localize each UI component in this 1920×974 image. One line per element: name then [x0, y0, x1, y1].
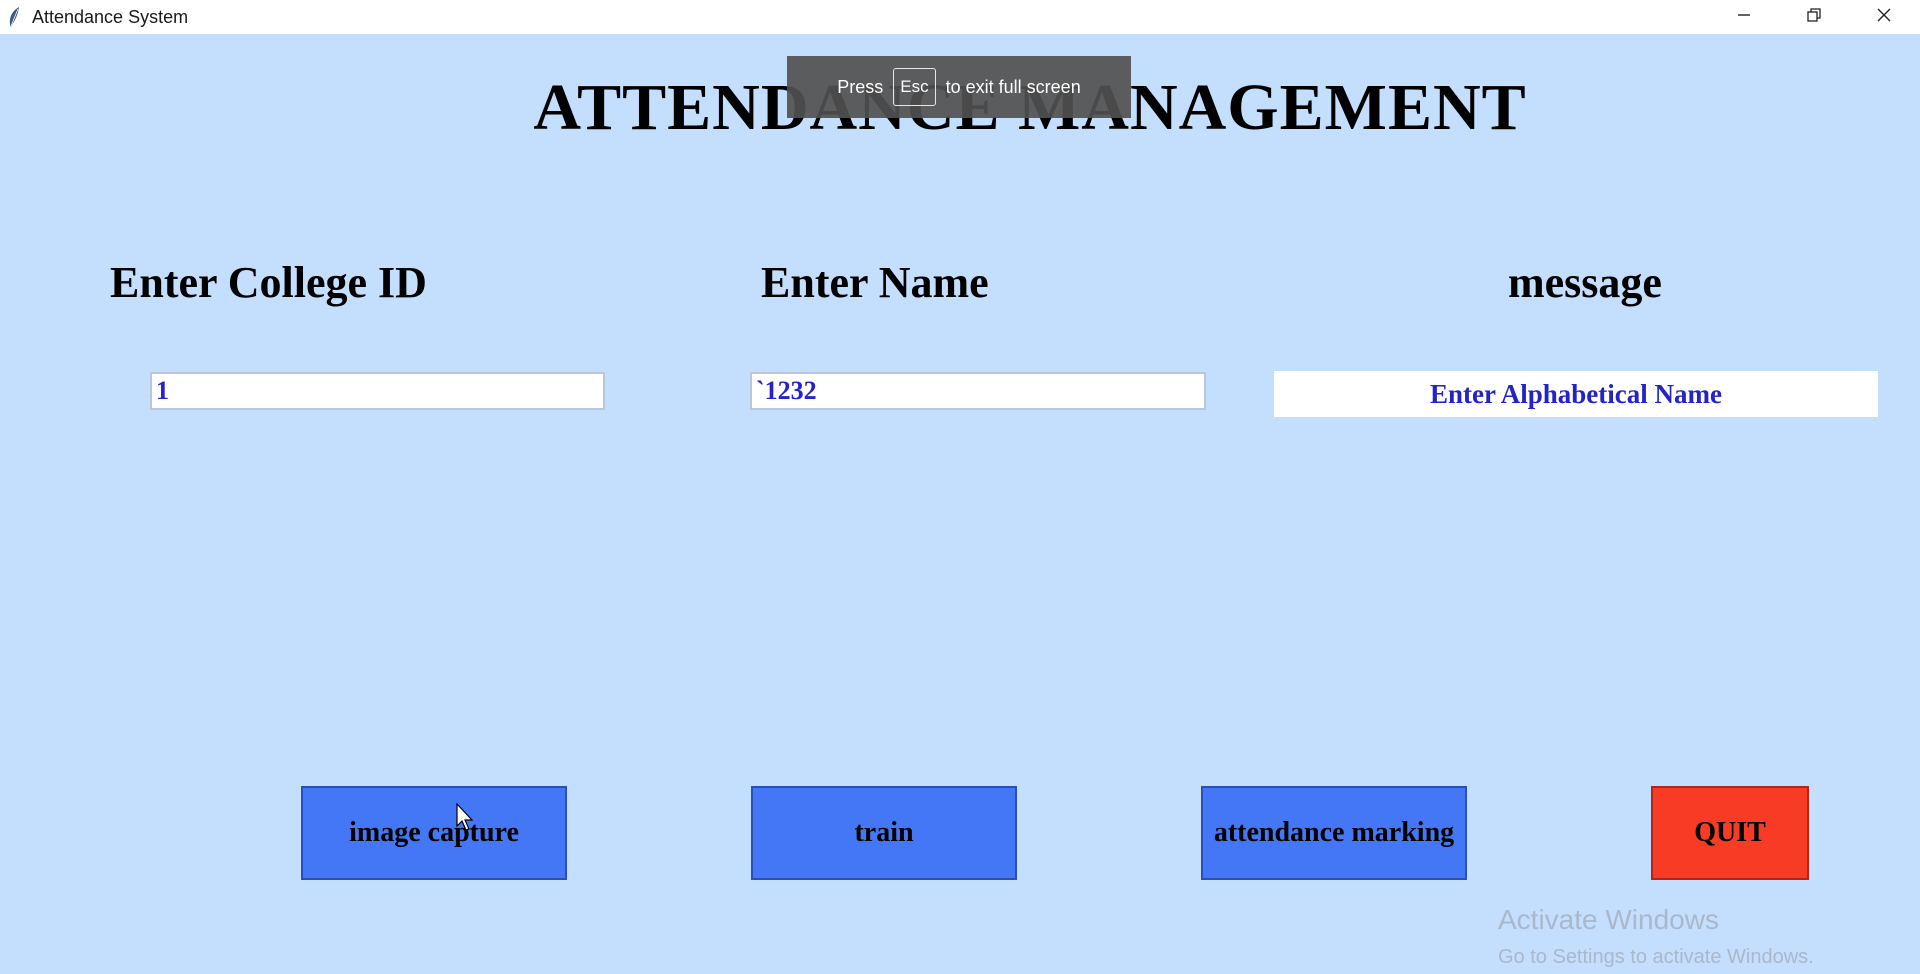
activate-windows-watermark: Activate Windows Go to Settings to activ… [1498, 904, 1814, 969]
attendance-marking-button[interactable]: attendance marking [1201, 786, 1467, 880]
esc-key-badge: Esc [893, 68, 936, 106]
message-label: message [1508, 258, 1662, 307]
close-button[interactable] [1852, 0, 1916, 34]
window-title: Attendance System [32, 7, 189, 27]
watermark-line-2: Go to Settings to activate Windows. [1498, 946, 1814, 968]
college-id-label: Enter College ID [110, 258, 427, 307]
watermark-line-1: Activate Windows [1498, 904, 1719, 935]
feather-icon [6, 6, 22, 28]
restore-icon [1806, 7, 1822, 28]
minimize-button[interactable] [1712, 0, 1776, 34]
notice-text-before: Press [837, 76, 884, 97]
fullscreen-notice: Press Esc to exit full screen [787, 56, 1131, 118]
minimize-icon [1736, 7, 1752, 28]
name-label: Enter Name [761, 258, 989, 307]
app-window: Attendance System ATTENDANCE MANAGEMENT … [0, 0, 1920, 974]
image-capture-button[interactable]: image capture [301, 786, 567, 880]
name-input[interactable] [750, 372, 1206, 410]
close-icon [1876, 7, 1892, 28]
message-display: Enter Alphabetical Name [1274, 371, 1878, 417]
restore-button[interactable] [1782, 0, 1846, 34]
train-button[interactable]: train [751, 786, 1017, 880]
college-id-input[interactable] [150, 372, 605, 410]
quit-button[interactable]: QUIT [1651, 786, 1809, 880]
title-bar: Attendance System [0, 0, 1920, 34]
notice-text-after: to exit full screen [945, 76, 1081, 97]
mouse-pointer-icon [456, 802, 476, 833]
